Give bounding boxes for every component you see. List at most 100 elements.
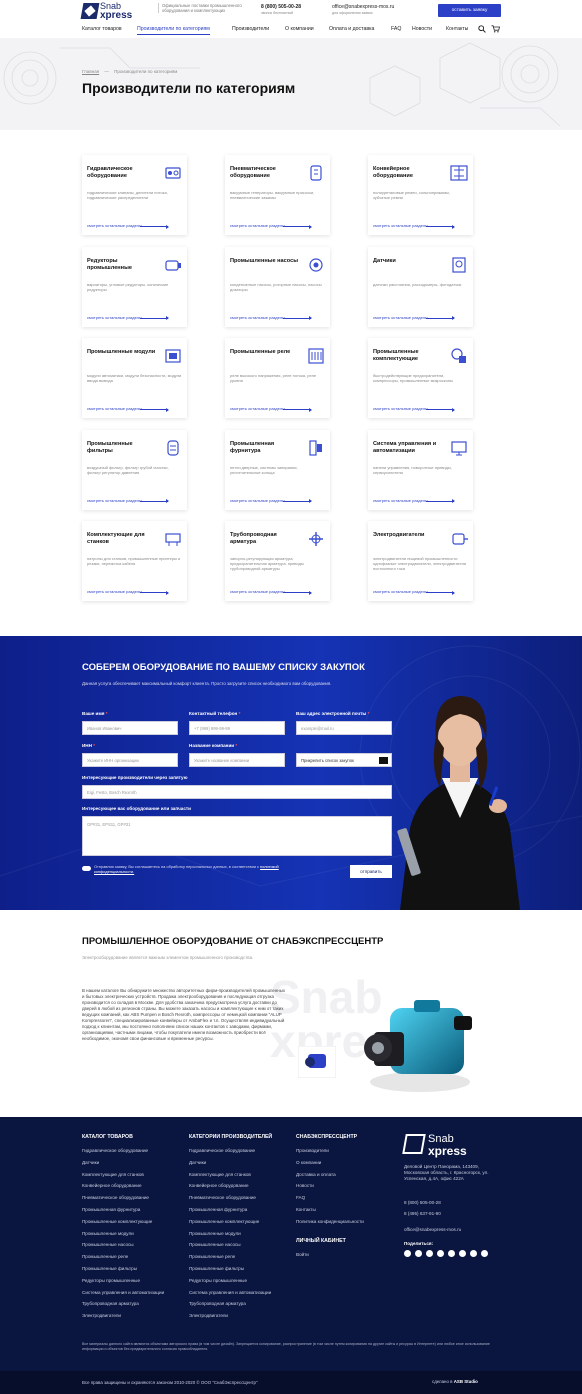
nav-catalog[interactable]: Каталог товаров bbox=[82, 26, 122, 32]
category-card[interactable]: Пневматическое оборудование вакуумные ген… bbox=[225, 155, 330, 235]
category-card[interactable]: Система управления и автоматизации панели… bbox=[368, 429, 473, 510]
footer-link[interactable]: Промышленная фурнитура bbox=[189, 1207, 247, 1212]
category-title[interactable]: Промышленные фильтры bbox=[87, 441, 157, 455]
whatsapp-icon[interactable] bbox=[459, 1250, 466, 1257]
category-title[interactable]: Пневматическое оборудование bbox=[230, 166, 300, 180]
category-title[interactable]: Промышленные модули bbox=[87, 349, 157, 356]
nav-makers-by-category[interactable]: Производители по категориям bbox=[137, 26, 210, 35]
see-more-link[interactable]: смотреть остальные разделы bbox=[373, 498, 428, 503]
footer-link[interactable]: Промышленные фильтры bbox=[82, 1266, 137, 1271]
category-title[interactable]: Конвейерное оборудование bbox=[373, 166, 443, 180]
footer-link[interactable]: Конвейерное оборудование bbox=[82, 1183, 142, 1188]
ok-icon[interactable] bbox=[426, 1250, 433, 1257]
agree-toggle[interactable] bbox=[82, 866, 91, 871]
items-textarea[interactable]: GP#31, EPS11, GP#31 bbox=[82, 816, 392, 856]
footer-link[interactable]: Пневматическое оборудование bbox=[82, 1195, 149, 1200]
footer-link[interactable]: Контакты bbox=[296, 1207, 316, 1212]
footer-link[interactable]: Новости bbox=[296, 1183, 314, 1188]
nav-makers[interactable]: Производители bbox=[232, 26, 269, 32]
site-logo[interactable]: Snab xpress bbox=[80, 1, 138, 21]
category-card[interactable]: Промышленные комплектующие быстродействую… bbox=[368, 338, 473, 418]
category-card[interactable]: Датчики датчики расстояния, расходомеры, … bbox=[368, 246, 473, 327]
nav-contacts[interactable]: Контакты bbox=[446, 26, 468, 32]
footer-link[interactable]: Промышленные реле bbox=[189, 1254, 235, 1259]
footer-link[interactable]: Политика конфиденциальности bbox=[296, 1219, 364, 1224]
footer-link[interactable]: Комплектующие для станков bbox=[189, 1172, 251, 1177]
category-title[interactable]: Промышленные реле bbox=[230, 349, 300, 356]
footer-link[interactable]: Комплектующие для станков bbox=[82, 1172, 144, 1177]
footer-link[interactable]: Трубопроводная арматура bbox=[189, 1301, 246, 1306]
footer-link[interactable]: Промышленные модули bbox=[189, 1231, 241, 1236]
makers-field[interactable]: Eigi, Festo, Bosch Rexroth bbox=[82, 785, 392, 799]
see-more-link[interactable]: смотреть остальные разделы bbox=[230, 589, 285, 594]
footer-logo[interactable]: Snab xpress bbox=[402, 1132, 484, 1158]
footer-link[interactable]: FAQ bbox=[296, 1195, 305, 1200]
cart-icon[interactable] bbox=[491, 25, 500, 33]
see-more-link[interactable]: смотреть остальные разделы bbox=[87, 223, 142, 228]
see-more-link[interactable]: смотреть остальные разделы bbox=[230, 498, 285, 503]
category-title[interactable]: Промышленные комплектующие bbox=[373, 349, 443, 363]
see-more-link[interactable]: смотреть остальные разделы bbox=[373, 589, 428, 594]
footer-link[interactable]: Промышленные насосы bbox=[189, 1242, 241, 1247]
header-email[interactable]: office@snabexpress-mos.ru bbox=[332, 4, 394, 10]
nav-about[interactable]: О компании bbox=[285, 26, 314, 32]
telegram-icon[interactable] bbox=[481, 1250, 488, 1257]
category-title[interactable]: Электродвигатели bbox=[373, 532, 443, 539]
footer-link[interactable]: Датчики bbox=[189, 1160, 206, 1165]
category-title[interactable]: Комплектующие для станков bbox=[87, 532, 157, 546]
footer-link[interactable]: Промышленные комплектующие bbox=[82, 1219, 152, 1224]
category-title[interactable]: Промышленные насосы bbox=[230, 258, 300, 265]
see-more-link[interactable]: смотреть остальные разделы bbox=[230, 223, 285, 228]
footer-phone-1[interactable]: 8 (800) 505-00-28 bbox=[404, 1200, 441, 1205]
footer-link[interactable]: Промышленные комплектующие bbox=[189, 1219, 259, 1224]
facebook-icon[interactable] bbox=[415, 1250, 422, 1257]
attach-list-button[interactable]: Прикрепить список закупок bbox=[296, 753, 392, 767]
footer-link[interactable]: Промышленные фильтры bbox=[189, 1266, 244, 1271]
category-title[interactable]: Промышленная фурнитура bbox=[230, 441, 300, 455]
company-field[interactable]: Укажите название компании bbox=[189, 753, 285, 767]
email-field[interactable]: example@mail.ru bbox=[296, 721, 392, 735]
footer-link[interactable]: Промышленные модули bbox=[82, 1231, 134, 1236]
nav-faq[interactable]: FAQ bbox=[391, 26, 401, 32]
leave-request-button[interactable]: оставить заявку bbox=[438, 4, 501, 17]
category-title[interactable]: Трубопроводная арматура bbox=[230, 532, 300, 546]
footer-phone-2[interactable]: 8 (495) 637-91-90 bbox=[404, 1211, 441, 1216]
see-more-link[interactable]: смотреть остальные разделы bbox=[230, 406, 285, 411]
footer-link[interactable]: Конвейерное оборудование bbox=[189, 1183, 249, 1188]
footer-link[interactable]: Датчики bbox=[82, 1160, 99, 1165]
name-field[interactable]: Иванов Иванович bbox=[82, 721, 178, 735]
category-card[interactable]: Редукторы промышленные вариаторы, угловые… bbox=[82, 246, 187, 327]
search-icon[interactable] bbox=[478, 25, 486, 33]
category-card[interactable]: Конвейерное оборудование полиуретановые р… bbox=[368, 155, 473, 235]
category-title[interactable]: Система управления и автоматизации bbox=[373, 441, 443, 455]
footer-link[interactable]: Система управления и автоматизации bbox=[82, 1290, 164, 1295]
inn-field[interactable]: Укажите ИНН организации bbox=[82, 753, 178, 767]
category-card[interactable]: Промышленные насосы конденсатные насосы, … bbox=[225, 246, 330, 327]
footer-link[interactable]: Гидравлическое оборудование bbox=[82, 1148, 148, 1153]
footer-link[interactable]: Электродвигатели bbox=[189, 1313, 228, 1318]
category-title[interactable]: Гидравлическое оборудование bbox=[87, 166, 157, 180]
see-more-link[interactable]: смотреть остальные разделы bbox=[230, 315, 285, 320]
category-card[interactable]: Гидравлическое оборудование гидравлически… bbox=[82, 155, 187, 235]
footer-link[interactable]: Гидравлическое оборудование bbox=[189, 1148, 255, 1153]
skype-icon[interactable] bbox=[470, 1250, 477, 1257]
nav-news[interactable]: Новости bbox=[412, 26, 432, 32]
category-card[interactable]: Промышленные реле реле высокого напряжени… bbox=[225, 338, 330, 418]
footer-link[interactable]: Промышленная фурнитура bbox=[82, 1207, 140, 1212]
footer-link[interactable]: Трубопроводная арматура bbox=[82, 1301, 139, 1306]
category-card[interactable]: Промышленная фурнитура петли дверные, сис… bbox=[225, 429, 330, 510]
breadcrumb-home[interactable]: Главная bbox=[82, 69, 99, 74]
footer-link[interactable]: Редукторы промышленные bbox=[189, 1278, 247, 1283]
category-card[interactable]: Промышленные фильтры воздушный фильтр, фи… bbox=[82, 429, 187, 510]
category-title[interactable]: Датчики bbox=[373, 258, 443, 265]
category-card[interactable]: Промышленные модули модули автоматики, мо… bbox=[82, 338, 187, 418]
footer-login-link[interactable]: Войти bbox=[296, 1252, 309, 1257]
header-phone[interactable]: 8 (800) 505-00-28 bbox=[261, 4, 301, 10]
see-more-link[interactable]: смотреть остальные разделы bbox=[87, 589, 142, 594]
footer-link[interactable]: Электродвигатели bbox=[82, 1313, 121, 1318]
footer-email[interactable]: office@snabexpress-mos.ru bbox=[404, 1227, 461, 1232]
category-card[interactable]: Комплектующие для станков патроны для ста… bbox=[82, 521, 187, 601]
viber-icon[interactable] bbox=[448, 1250, 455, 1257]
category-card[interactable]: Трубопроводная арматура запорно-регулирую… bbox=[225, 521, 330, 601]
footer-link[interactable]: Пневматическое оборудование bbox=[189, 1195, 256, 1200]
